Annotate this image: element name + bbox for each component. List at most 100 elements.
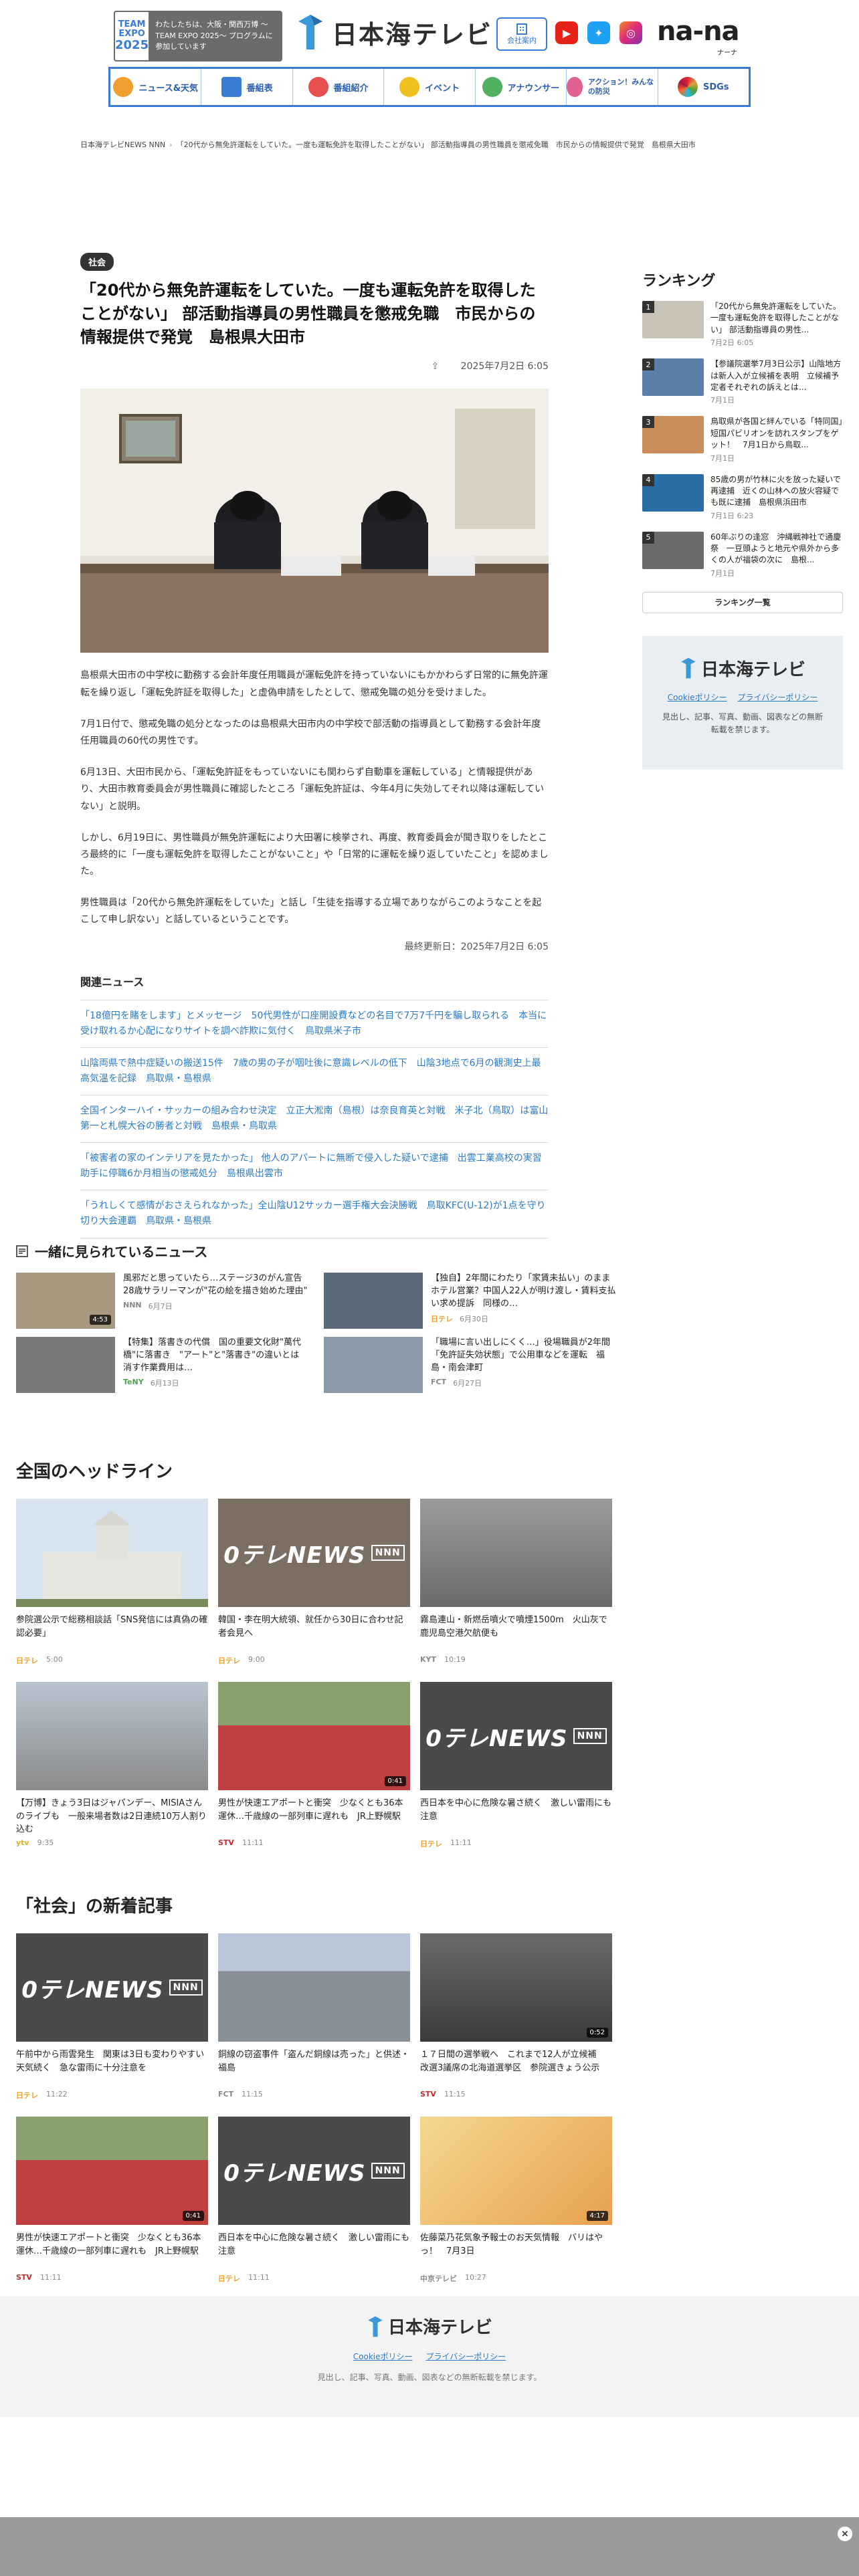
brand-logo[interactable]: 日本海テレビ <box>296 13 492 51</box>
society-thumbnail: 0テレNEWS NNN <box>218 2117 410 2225</box>
related-news-link[interactable]: 「うれしくて感情がおさえられなかった」全山陰U12サッカー選手権大会決勝戦 鳥取… <box>80 1190 549 1239</box>
related-news-list: 「18億円を賭をします」とメッセージ 50代男性が口座開設費などの名目で7万7千… <box>80 999 549 1239</box>
last-updated: 最終更新日：2025年7月2日 6:05 <box>404 941 549 952</box>
nav-item-label: SDGs <box>702 82 729 92</box>
society-card[interactable]: 0テレNEWS NNN 午前中から雨雲発生 関東は3日も変わりやすい天気続く 急な… <box>16 1933 208 2101</box>
headline-card[interactable]: 0テレNEWS NNN 韓国・李在明大統領、就任から30日に合わせ記者会見へ 日テ… <box>218 1499 410 1666</box>
related-news-link[interactable]: 山陰両県で熱中症疑いの搬送15件 7歳の男の子が咽吐後に意識レベルの低下 山陰3… <box>80 1048 549 1096</box>
ranking-date: 7月1日 6:23 <box>710 511 754 520</box>
nav-item-sdgs[interactable]: SDGs <box>658 69 749 105</box>
news-icon <box>113 77 134 97</box>
breadcrumb-home[interactable]: 日本海テレビNEWS NNN <box>80 140 165 149</box>
headline-thumbnail: 0:41 <box>218 1682 410 1790</box>
brand-name: 日本海テレビ <box>332 19 493 49</box>
society-news-title: 「社会」の新着記事 <box>16 1897 173 1917</box>
ntv-news-logo: 0テレNEWS NNN <box>218 1499 410 1607</box>
also-viewed-text: 風邪だと思っていたら…ステージ3のがん宣告 28歳サラリーマンが"花の絵を描き始… <box>123 1273 311 1296</box>
headline-thumbnail <box>16 1682 208 1790</box>
article-paragraph: 6月13日、大田市民から、「運転免許証をもっていないにも関わらず自動車を運転して… <box>80 767 545 812</box>
youtube-icon[interactable]: ▶ <box>555 21 578 44</box>
ranking-date: 7月2日 6:05 <box>710 338 754 348</box>
headline-title: 西日本を中心に危険な暑さ続く 激しい雷雨にも注意 <box>420 1798 612 1822</box>
close-icon[interactable]: × <box>838 2527 852 2541</box>
article-paragraph: 男性職員は「20代から無免許運転をしていた」と話し「生徒を指導する立場でありなが… <box>80 897 542 926</box>
source-logo: KYT <box>420 1655 436 1664</box>
footer-brand-logo[interactable]: 日本海テレビ <box>367 2314 492 2339</box>
national-headlines-section: 全国のヘッドライン 参院選公示で総務相談話「SNS発信には真偽の確認必要」 日テ… <box>16 1458 612 1849</box>
nav-item-news[interactable]: ニュース&天気 <box>110 69 202 105</box>
headline-time: 9:00 <box>248 1655 265 1664</box>
society-title: 午前中から雨雲発生 関東は3日も変わりやすい天気続く 急な雷雨に十分注意を <box>16 2050 205 2073</box>
ranking-item[interactable]: 5 60年ぶりの逢窓 沖縄戦神社で通慶祭 一豆頭ようと地元や県外から多くの人が福… <box>642 531 843 578</box>
society-thumbnail: 0テレNEWS NNN <box>16 1933 208 2042</box>
ranking-item[interactable]: 3 鳥取県が各国と絆んでいる「特同国」 短国パビリオンを訪れスタンプをゲット！ … <box>642 416 851 463</box>
related-news-link[interactable]: 「被害者の家のインテリアを見たかった」 他人のアパートに無断で侵入した疑いで逮捕… <box>80 1143 549 1191</box>
category-tag[interactable]: 社会 <box>80 253 114 271</box>
privacy-policy-link[interactable]: プライバシーポリシー <box>425 2352 506 2361</box>
nav-item-action[interactable]: アクション！みんなの防災 <box>567 69 658 105</box>
sidebar-links: Cookieポリシー プライバシーポリシー <box>662 691 824 703</box>
ranking-text: 鳥取県が各国と絆んでいる「特同国」 短国パビリオンを訪れスタンプをゲット！ 7月… <box>710 417 851 450</box>
company-button[interactable]: 会社案内 <box>496 17 547 51</box>
society-card[interactable]: 4:17 佐藤菜乃花気象予報士のお天気情報 バリはやっ！ 7月3日 中京テレビ 1… <box>420 2117 612 2284</box>
related-news-link[interactable]: 「18億円を賭をします」とメッセージ 50代男性が口座開設費などの名目で7万7千… <box>80 1000 549 1048</box>
breadcrumb-current: 「20代から無免許運転をしていた。一度も運転免許を取得したことがない」 部活動指… <box>176 140 696 149</box>
ranking-number: 2 <box>642 358 654 371</box>
ranking-thumbnail: 5 <box>642 531 704 569</box>
ntv-news-logo: 0テレNEWS NNN <box>16 1933 208 2042</box>
ranking-item[interactable]: 2 【参議院選挙7月3日公示】山陰地方は新人入が立候補を表明 立候補予定者それぞ… <box>642 358 843 405</box>
also-viewed-item[interactable]: 4:53 風邪だと思っていたら…ステージ3のがん宣告 28歳サラリーマンが"花の… <box>16 1273 310 1329</box>
also-viewed-thumbnail <box>324 1337 423 1393</box>
nav-item-schedule[interactable]: 番組表 <box>201 69 293 105</box>
society-title: 男性が快速エアポートと衝突 少なくとも36本運休…千歳線の一部列車に遅れも JR… <box>16 2233 201 2256</box>
expo-text: わたしたちは、大阪・関西万博 〜TEAM EXPO 2025〜 プログラムに参加… <box>155 20 273 51</box>
source-logo: FCT <box>431 1377 447 1386</box>
headline-card[interactable]: 参院選公示で総務相談話「SNS発信には真偽の確認必要」 日テレ 5:00 <box>16 1499 208 1666</box>
footer-links: Cookieポリシー プライバシーポリシー <box>347 2351 513 2362</box>
related-news-link[interactable]: 全国インターハイ・サッカーの組み合わせ決定 立正大淞南（島根）は奈良育英と対戦 … <box>80 1095 549 1144</box>
society-time: 11:22 <box>46 2090 68 2099</box>
instagram-icon[interactable]: ◎ <box>619 21 642 44</box>
ranking-more-button[interactable]: ランキング一覧 <box>642 591 843 613</box>
society-time: 11:11 <box>248 2273 270 2282</box>
nav-item-events[interactable]: イベント <box>384 69 476 105</box>
nav-item-announcers[interactable]: アナウンサー <box>476 69 567 105</box>
nav-item-label: アクション！みんなの防災 <box>587 77 654 96</box>
twitter-icon[interactable]: ✦ <box>587 21 610 44</box>
sdgs-icon <box>677 77 698 97</box>
headline-card[interactable]: 0テレNEWS NNN 西日本を中心に危険な暑さ続く 激しい雷雨にも注意 日テレ 1… <box>420 1682 612 1849</box>
cookie-policy-link[interactable]: Cookieポリシー <box>668 693 727 702</box>
headline-title: 霧島連山・新燃岳噴火で噴煙1500m 火山灰で鹿児島空港欠航便も <box>420 1615 607 1638</box>
source-logo: ytv <box>16 1838 29 1847</box>
building-icon <box>516 23 527 35</box>
nav-item-programs[interactable]: 番組紹介 <box>293 69 385 105</box>
society-card[interactable]: 0:52 １７日間の選挙戦へ これまで12人が立候補 改選3議席の北海道選挙区 … <box>420 1933 612 2101</box>
society-card[interactable]: 銅線の窃盗事件「盗んだ銅線は売った」と供述・福島 FCT 11:15 <box>218 1933 410 2101</box>
also-viewed-item[interactable]: 【独自】2年間にわたり「家賃未払い」のままホテル営業？中国人22人が明け渡し・賃… <box>324 1273 618 1329</box>
headline-card[interactable]: 【万博】きょう3日はジャパンデー、MISIAさんのライブも 一般来場者数は2日連… <box>16 1682 208 1849</box>
society-card[interactable]: 0テレNEWS NNN 西日本を中心に危険な暑さ続く 激しい雷雨にも注意 日テレ 1… <box>218 2117 410 2284</box>
society-news-section: 「社会」の新着記事 0テレNEWS NNN 午前中から雨雲発生 関東は3日も変わり… <box>16 1893 612 2284</box>
headline-card[interactable]: 0:41 男性が快速エアポートと衝突 少なくとも36本運休…千歳線の一部列車に遅… <box>218 1682 410 1849</box>
ranking-item[interactable]: 4 85歳の男が竹林に火を放った疑いで再逮捕 近くの山林への放火容疑でも既に逮捕… <box>642 473 843 521</box>
source-logo: STV <box>16 2273 32 2282</box>
headline-card[interactable]: 霧島連山・新燃岳噴火で噴煙1500m 火山灰で鹿児島空港欠航便も KYT 10:1… <box>420 1499 612 1666</box>
bottom-ad-bar: × <box>0 2517 859 2576</box>
expo-banner[interactable]: TEAM EXPO 2025 わたしたちは、大阪・関西万博 〜TEAM EXPO… <box>114 11 282 62</box>
privacy-policy-link[interactable]: プライバシーポリシー <box>737 693 818 702</box>
also-viewed-thumbnail <box>324 1273 423 1329</box>
also-viewed-item[interactable]: 「職場に言い出しにくく…」役場職員が2年間「免許証失効状態」で公用車などを運転 … <box>324 1337 618 1393</box>
also-viewed-item[interactable]: 【特集】落書きの代償 国の重要文化財"萬代橋"に落書き "アート"と"落書き"の… <box>16 1337 310 1393</box>
share-icon[interactable]: ⇪ <box>431 361 439 372</box>
nana-logo[interactable]: na-na <box>657 16 740 47</box>
also-viewed-date: 6月7日 <box>148 1301 173 1311</box>
source-logo: 中京テレビ <box>420 2274 457 2283</box>
source-logo: NNN <box>123 1300 142 1309</box>
sidebar-info-box: 日本海テレビ Cookieポリシー プライバシーポリシー 見出し、記事、写真、動画… <box>642 635 843 770</box>
ranking-number: 5 <box>642 531 654 544</box>
ranking-item[interactable]: 1 「20代から無免許運転をしていた。一度も運転免許を取得したことがない」 部活… <box>642 301 843 348</box>
headline-time: 11:11 <box>450 1838 472 1847</box>
cookie-policy-link[interactable]: Cookieポリシー <box>353 2352 413 2361</box>
brand-mark-icon <box>368 2316 383 2337</box>
society-card[interactable]: 0:41 男性が快速エアポートと衝突 少なくとも36本運休…千歳線の一部列車に遅… <box>16 2117 208 2284</box>
